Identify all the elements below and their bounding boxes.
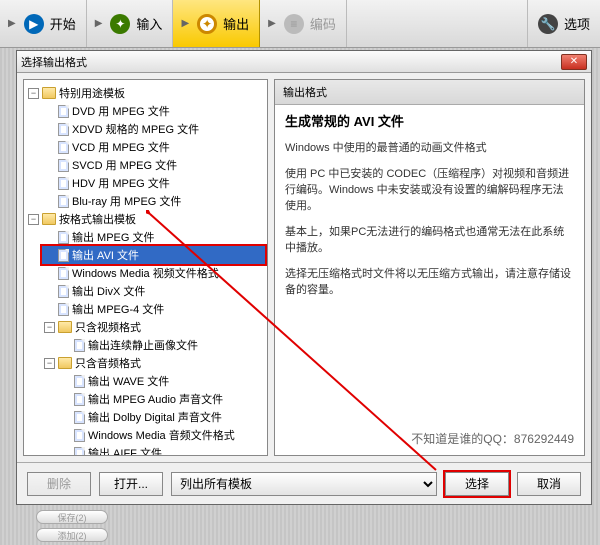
collapse-icon[interactable]: − bbox=[28, 88, 39, 99]
tree-item-mpa[interactable]: 输出 MPEG Audio 声音文件 bbox=[58, 390, 265, 408]
template-tree[interactable]: −特别用途模板 DVD 用 MPEG 文件 XDVD 规格的 MPEG 文件 V… bbox=[23, 79, 268, 456]
start-icon: ▶ bbox=[24, 14, 44, 34]
tree-item-aiff[interactable]: 输出 AIFF 文件 bbox=[58, 444, 265, 456]
collapse-icon[interactable]: − bbox=[44, 358, 55, 369]
file-icon bbox=[58, 141, 69, 154]
tree-item-xdvd[interactable]: XDVD 规格的 MPEG 文件 bbox=[42, 120, 265, 138]
collapse-icon[interactable]: − bbox=[44, 322, 55, 333]
filter-dropdown[interactable]: 列出所有模板 bbox=[171, 472, 437, 496]
file-icon bbox=[74, 375, 85, 388]
chevron-right-icon: ▶ bbox=[95, 18, 103, 29]
tab-options-label: 选项 bbox=[564, 14, 590, 33]
folder-icon bbox=[58, 321, 72, 333]
tab-encode-label: 编码 bbox=[310, 14, 336, 33]
file-icon bbox=[58, 177, 69, 190]
tab-start[interactable]: ▶ ▶ 开始 bbox=[0, 0, 87, 47]
tree-item-mpeg[interactable]: 输出 MPEG 文件 bbox=[42, 228, 265, 246]
tree-group-byformat[interactable]: −按格式输出模板 bbox=[26, 210, 265, 228]
tab-start-label: 开始 bbox=[50, 14, 76, 33]
dialog-titlebar: 选择输出格式 ✕ bbox=[17, 51, 591, 73]
file-icon bbox=[58, 303, 69, 316]
tree-item-vcd[interactable]: VCD 用 MPEG 文件 bbox=[42, 138, 265, 156]
close-button[interactable]: ✕ bbox=[561, 54, 587, 70]
file-icon bbox=[58, 105, 69, 118]
file-icon bbox=[58, 267, 69, 280]
open-button[interactable]: 打开... bbox=[99, 472, 163, 496]
chevron-right-icon: ▶ bbox=[268, 18, 276, 29]
dialog-title: 选择输出格式 bbox=[21, 54, 561, 70]
chevron-right-icon: ▶ bbox=[181, 18, 189, 29]
tab-encode[interactable]: ▶ ≡ 编码 bbox=[260, 0, 347, 47]
chevron-right-icon: ▶ bbox=[8, 18, 16, 29]
info-line: 选择无压缩格式时文件将以无压缩方式输出，请注意存储设备的容量。 bbox=[285, 267, 574, 299]
collapse-icon[interactable]: − bbox=[28, 214, 39, 225]
file-icon bbox=[74, 339, 85, 352]
tab-input[interactable]: ▶ ✦ 输入 bbox=[87, 0, 174, 47]
file-icon bbox=[74, 447, 85, 457]
tab-output-label: 输出 bbox=[223, 14, 249, 33]
info-line: Windows 中使用的最普通的动画文件格式 bbox=[285, 141, 574, 157]
tree-item-wma[interactable]: Windows Media 音频文件格式 bbox=[58, 426, 265, 444]
folder-icon bbox=[42, 87, 56, 99]
tab-input-label: 输入 bbox=[136, 14, 162, 33]
file-icon bbox=[58, 159, 69, 172]
cancel-button[interactable]: 取消 bbox=[517, 472, 581, 496]
tree-item-svcd[interactable]: SVCD 用 MPEG 文件 bbox=[42, 156, 265, 174]
file-icon bbox=[58, 123, 69, 136]
delete-button[interactable]: 删除 bbox=[27, 472, 91, 496]
tree-item-hdv[interactable]: HDV 用 MPEG 文件 bbox=[42, 174, 265, 192]
input-icon: ✦ bbox=[110, 14, 130, 34]
bg-save-button: 保存(2) bbox=[36, 510, 108, 524]
tree-item-wmv[interactable]: Windows Media 视频文件格式 bbox=[42, 264, 265, 282]
info-line: 基本上，如果PC无法进行的编码格式也通常无法在此系统中播放。 bbox=[285, 225, 574, 257]
tree-group-special[interactable]: −特别用途模板 bbox=[26, 84, 265, 102]
file-icon bbox=[74, 411, 85, 424]
tree-item-divx[interactable]: 输出 DivX 文件 bbox=[42, 282, 265, 300]
tree-group-videoonly[interactable]: −只含视频格式 bbox=[42, 318, 265, 336]
background-buttons: 保存(2) 添加(2) bbox=[36, 510, 108, 542]
tree-item-bluray[interactable]: Blu-ray 用 MPEG 文件 bbox=[42, 192, 265, 210]
options-icon: 🔧 bbox=[538, 14, 558, 34]
tree-group-audioonly[interactable]: −只含音频格式 bbox=[42, 354, 265, 372]
file-icon bbox=[58, 249, 69, 262]
bg-add-button: 添加(2) bbox=[36, 528, 108, 542]
file-icon bbox=[58, 231, 69, 244]
tree-item-avi[interactable]: 输出 AVI 文件 bbox=[42, 246, 265, 264]
output-icon: ✦ bbox=[197, 14, 217, 34]
tree-item-still[interactable]: 输出连续静止画像文件 bbox=[58, 336, 265, 354]
info-group-title: 输出格式 bbox=[275, 80, 584, 105]
tab-options[interactable]: 🔧 选项 bbox=[527, 0, 600, 47]
file-icon bbox=[74, 429, 85, 442]
info-panel: 输出格式 生成常规的 AVI 文件 Windows 中使用的最普通的动画文件格式… bbox=[274, 79, 585, 456]
dialog-button-bar: 删除 打开... 列出所有模板 选择 取消 bbox=[17, 462, 591, 504]
output-format-dialog: 选择输出格式 ✕ −特别用途模板 DVD 用 MPEG 文件 XDVD 规格的 … bbox=[16, 50, 592, 505]
tab-output[interactable]: ▶ ✦ 输出 bbox=[173, 0, 260, 47]
folder-icon bbox=[42, 213, 56, 225]
select-button[interactable]: 选择 bbox=[445, 472, 509, 496]
tree-item-mp4[interactable]: 输出 MPEG-4 文件 bbox=[42, 300, 265, 318]
main-toolbar: ▶ ▶ 开始 ▶ ✦ 输入 ▶ ✦ 输出 ▶ ≡ 编码 🔧 选项 bbox=[0, 0, 600, 48]
file-icon bbox=[58, 195, 69, 208]
info-line: 使用 PC 中已安装的 CODEC（压缩程序）对视频和音频进行编码。Window… bbox=[285, 167, 574, 215]
file-icon bbox=[74, 393, 85, 406]
tree-item-dolby[interactable]: 输出 Dolby Digital 声音文件 bbox=[58, 408, 265, 426]
watermark-text: 不知道是谁的QQ：876292449 bbox=[285, 430, 574, 447]
tree-item-wave[interactable]: 输出 WAVE 文件 bbox=[58, 372, 265, 390]
file-icon bbox=[58, 285, 69, 298]
folder-icon bbox=[58, 357, 72, 369]
tree-item-dvd[interactable]: DVD 用 MPEG 文件 bbox=[42, 102, 265, 120]
encode-icon: ≡ bbox=[284, 14, 304, 34]
info-title: 生成常规的 AVI 文件 bbox=[285, 111, 574, 130]
